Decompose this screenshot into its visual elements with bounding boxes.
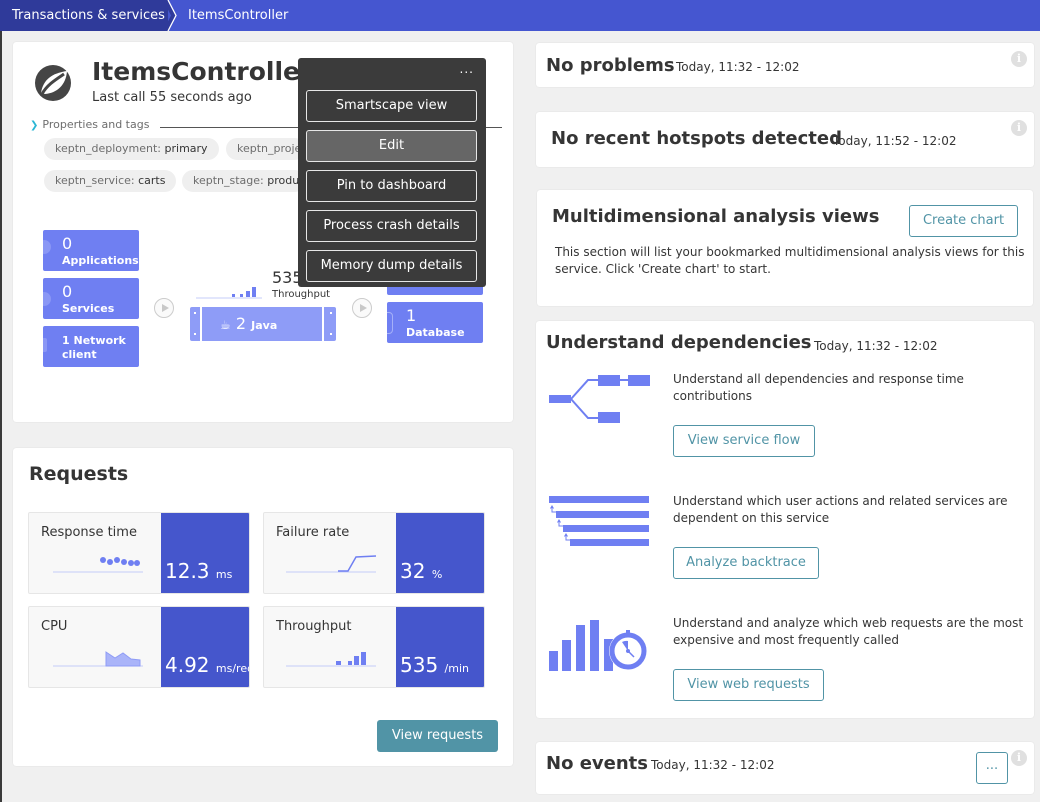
cpu-sparkline [53, 651, 143, 667]
tag-chip[interactable]: keptn_stage: produc [182, 170, 306, 192]
breadcrumb-transactions-services[interactable]: Transactions & services [0, 0, 168, 31]
events-more-button[interactable]: ... [976, 752, 1008, 784]
events-title: No events [546, 753, 648, 774]
properties-label: Properties and tags [42, 118, 150, 131]
menu-item-pin-to-dashboard[interactable]: Pin to dashboard [306, 170, 477, 202]
dependencies-web-requests-text: Understand and analyze which web request… [673, 616, 1024, 647]
mda-description: This section will list your bookmarked m… [555, 245, 1025, 276]
dependencies-title: Understand dependencies [546, 332, 812, 353]
tile-failure-rate[interactable]: Failure rate 32 % [263, 512, 485, 594]
context-menu: ... Smartscape view Edit Pin to dashboar… [298, 58, 486, 287]
hotspots-title: No recent hotspots detected [551, 128, 842, 149]
throughput-tile-sparkline [286, 652, 376, 667]
cpu-value: 4.92 [165, 653, 210, 677]
hotspots-time: Today, 11:52 - 12:02 [833, 134, 957, 148]
backtrace-icon [549, 496, 649, 546]
breadcrumb: Transactions & services ItemsController [0, 0, 1040, 31]
more-icon[interactable]: ... [460, 62, 474, 76]
network-icon [43, 338, 47, 352]
response-time-value: 12.3 [165, 559, 210, 583]
info-icon[interactable]: i [1011, 51, 1027, 67]
failure-rate-value: 32 [400, 559, 426, 583]
menu-item-edit[interactable]: Edit [306, 130, 477, 162]
tag-chip[interactable]: keptn_service: carts [44, 170, 177, 192]
window-edge [0, 0, 2, 802]
database-icon [387, 312, 393, 334]
dependencies-time: Today, 11:32 - 12:02 [814, 339, 938, 353]
mda-title: Multidimensional analysis views [552, 206, 880, 227]
gear-icon [43, 292, 51, 306]
caller-applications[interactable]: 0 Applications [43, 230, 139, 271]
throughput-label: Throughput [272, 289, 331, 300]
breadcrumb-current: ItemsController [188, 8, 289, 23]
play-icon[interactable] [352, 298, 372, 318]
menu-item-smartscape-view[interactable]: Smartscape view [306, 90, 477, 122]
throughput-sparkline [196, 287, 262, 299]
requests-title: Requests [29, 463, 129, 485]
java-icon: ☕ [220, 318, 231, 332]
problems-title: No problems [546, 55, 675, 76]
callee-database[interactable]: 1 Database [387, 302, 483, 343]
tag-chip[interactable]: keptn_deployment: primary [44, 138, 219, 160]
caller-services[interactable]: 0 Services [43, 278, 139, 319]
process-group-java[interactable]: ☕ 2 Java [190, 307, 336, 341]
chevron-down-icon: ❯ [30, 120, 39, 131]
view-requests-button[interactable]: View requests [377, 720, 498, 752]
events-time: Today, 11:32 - 12:02 [651, 758, 775, 772]
tile-cpu[interactable]: CPU 4.92 ms/req [28, 606, 250, 688]
menu-item-memory-dump-details[interactable]: Memory dump details [306, 250, 477, 282]
service-title: ItemsController [92, 57, 313, 86]
info-icon[interactable]: i [1011, 120, 1027, 136]
tile-response-time[interactable]: Response time 12.3 ms [28, 512, 250, 594]
web-requests-icon [549, 620, 647, 671]
view-web-requests-button[interactable]: View web requests [673, 669, 824, 701]
play-icon[interactable] [154, 298, 174, 318]
application-icon [43, 240, 51, 254]
analyze-backtrace-button[interactable]: Analyze backtrace [673, 547, 819, 579]
properties-toggle[interactable]: ❯ Properties and tags [30, 118, 149, 131]
spring-logo-icon [35, 65, 71, 101]
caller-network-client[interactable]: 1 Network client [43, 326, 139, 367]
throughput-tile-value: 535 [400, 653, 439, 677]
problems-time: Today, 11:32 - 12:02 [676, 60, 800, 74]
menu-item-process-crash-details[interactable]: Process crash details [306, 210, 477, 242]
response-time-sparkline [53, 557, 143, 573]
last-call-text: Last call 55 seconds ago [92, 90, 252, 105]
failure-rate-sparkline [286, 555, 377, 573]
create-chart-button[interactable]: Create chart [909, 205, 1018, 237]
tile-throughput[interactable]: Throughput 535 /min [263, 606, 485, 688]
info-icon[interactable]: i [1011, 750, 1027, 766]
service-flow-icon [549, 375, 650, 423]
dependencies-backtrace-text: Understand which user actions and relate… [673, 494, 1008, 525]
breadcrumb-separator-icon [163, 0, 177, 31]
dependencies-flow-text: Understand all dependencies and response… [673, 372, 964, 403]
view-service-flow-button[interactable]: View service flow [673, 425, 815, 457]
tag-chip[interactable]: keptn_proje [226, 138, 306, 160]
